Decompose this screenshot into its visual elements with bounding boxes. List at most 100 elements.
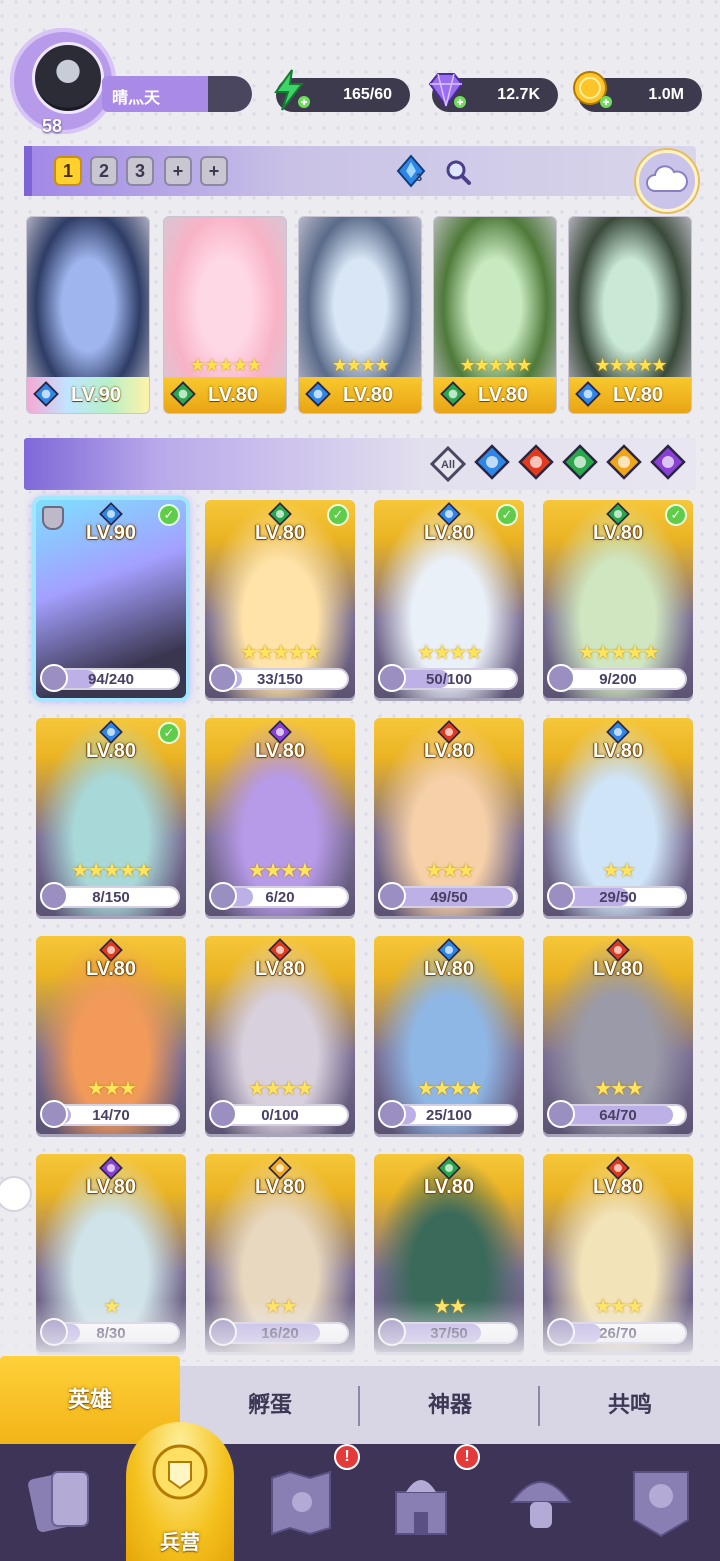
filter-all-label: All [441, 459, 455, 471]
hero-level: LV.80 [85, 1176, 137, 1198]
hero-level: LV.80 [254, 1176, 306, 1198]
cloud-save-button[interactable] [636, 150, 698, 212]
filter-nature-icon[interactable] [562, 444, 598, 480]
nav-barracks[interactable]: 兵营 [126, 1422, 234, 1561]
filter-fire-icon[interactable] [518, 444, 554, 480]
energy-icon [274, 69, 310, 111]
bottom-nav: 兵营 ! ! [0, 1422, 720, 1561]
team-hero-card[interactable]: ★★★★ LV.80 [298, 216, 422, 414]
player-name-bar[interactable]: 晴灬天 [102, 76, 252, 112]
nav-cards[interactable] [0, 1444, 120, 1561]
gem-value: 12.7K [497, 86, 540, 103]
star-rating: ★★★★★ [71, 860, 153, 882]
castle-icon [395, 1480, 447, 1535]
shard-icon [547, 664, 575, 692]
hero-level: LV.80 [423, 958, 475, 980]
team-add-button[interactable]: + [164, 156, 192, 186]
shard-icon [547, 1100, 575, 1128]
hero-card[interactable]: ✓ LV.80 ★★★★★ 8/150 [36, 718, 186, 916]
gold-value: 1.0M [648, 86, 684, 103]
hero-level: LV.80 [592, 740, 644, 762]
star-rating: ★★★★★ [189, 355, 263, 375]
team-tab-3[interactable]: 3 [126, 156, 154, 186]
shard-icon [209, 664, 237, 692]
gem-counter[interactable]: 12.7K [428, 73, 558, 112]
hero-card[interactable]: LV.80 ★★ 29/50 [543, 718, 693, 916]
hero-level: LV.80 [254, 740, 306, 762]
star-rating: ★★ [602, 860, 636, 882]
filter-all-button[interactable]: All [430, 446, 466, 482]
shard-icon [378, 664, 406, 692]
barracks-icon [152, 1444, 208, 1500]
energy-counter[interactable]: 165/60 [274, 69, 410, 112]
shard-icon [40, 882, 68, 910]
hero-level: LV.80 [423, 1176, 475, 1198]
alert-badge: ! [334, 1444, 360, 1470]
team-hero-card[interactable]: ★★★★★ LV.80 [163, 216, 287, 414]
nav-guild[interactable] [600, 1444, 720, 1561]
shard-icon [40, 664, 68, 692]
gold-counter[interactable]: 1.0M [573, 71, 702, 112]
team-tab-1[interactable]: 1 [54, 156, 82, 186]
hero-level: LV.80 [85, 958, 137, 980]
team-preset-bar: 1 2 3 + + 3 [24, 146, 696, 196]
team-hero-card[interactable]: ★★★★★ LV.80 [568, 216, 692, 414]
energy-value: 165/60 [343, 86, 392, 103]
hero-card[interactable]: LV.80 ★★★★ 0/100 [205, 936, 355, 1134]
search-icon[interactable] [444, 158, 472, 186]
gem-count: 3 [416, 172, 423, 184]
nav-map[interactable]: ! [240, 1444, 360, 1561]
hero-level: LV.80 [423, 522, 475, 544]
hero-card[interactable]: LV.80 ★★★ 64/70 [543, 936, 693, 1134]
hero-level: LV.80 [592, 522, 644, 544]
nature-element-icon [440, 381, 466, 407]
hero-level: LV.80 [85, 740, 137, 762]
hero-level: LV.80 [592, 1176, 644, 1198]
hero-card[interactable]: ✓ LV.80 ★★★★ 50/100 [374, 500, 524, 698]
hero-level: LV.80 [254, 522, 306, 544]
team-hero-card[interactable]: ★★★★★ LV.80 [433, 216, 557, 414]
scroll-fade [0, 1300, 720, 1360]
filter-dark-icon[interactable] [650, 444, 686, 480]
shard-icon [209, 1100, 237, 1128]
nav-mushroom[interactable] [480, 1444, 600, 1561]
star-rating: ★★★★★ [578, 642, 660, 664]
hero-level: LV.80 [592, 958, 644, 980]
tab-resonance[interactable]: 共鸣 [540, 1366, 720, 1444]
tab-artifacts[interactable]: 神器 [360, 1366, 540, 1444]
star-rating: ★★★★★ [594, 355, 668, 375]
hero-card[interactable]: LV.80 ★★★ 49/50 [374, 718, 524, 916]
player-level: 58 [42, 116, 63, 136]
cards-icon [28, 1471, 89, 1533]
hero-card[interactable]: ✓ LV.80 ★★★★★ 9/200 [543, 500, 693, 698]
team-tab-2[interactable]: 2 [90, 156, 118, 186]
shard-icon [378, 882, 406, 910]
nav-castle[interactable]: ! [360, 1444, 480, 1561]
water-element-icon [575, 381, 601, 407]
filter-light-icon[interactable] [606, 444, 642, 480]
player-name: 晴灬天 [112, 90, 161, 107]
hero-card[interactable]: ✓ LV.80 ★★★★★ 33/150 [205, 500, 355, 698]
star-rating: ★★★★ [248, 1078, 314, 1100]
map-icon [271, 1470, 331, 1536]
hero-card[interactable]: LV.80 ★★★★ 6/20 [205, 718, 355, 916]
water-element-icon [33, 381, 59, 407]
shard-icon [547, 882, 575, 910]
player-avatar-frame[interactable]: 58 [10, 28, 116, 136]
hero-level: LV.80 [254, 958, 306, 980]
hero-card[interactable]: LV.80 ★★★★ 25/100 [374, 936, 524, 1134]
mushroom-icon [510, 1481, 572, 1528]
gold-coin-icon [573, 71, 612, 108]
hero-card[interactable]: LV.80 ★★★ 14/70 [36, 936, 186, 1134]
avatar [32, 42, 104, 114]
nature-element-icon [170, 381, 196, 407]
team-hero-card[interactable]: LV.90 [26, 216, 150, 414]
shard-icon [378, 1100, 406, 1128]
hero-card[interactable]: ✓ LV.90 94/240 [32, 496, 190, 702]
star-rating: ★★★★ [417, 1078, 483, 1100]
team-add-button-2[interactable]: + [200, 156, 228, 186]
filter-water-icon[interactable] [474, 444, 510, 480]
star-rating: ★★★★ [417, 642, 483, 664]
star-rating: ★★★ [425, 860, 475, 882]
hero-level: LV.80 [423, 740, 475, 762]
